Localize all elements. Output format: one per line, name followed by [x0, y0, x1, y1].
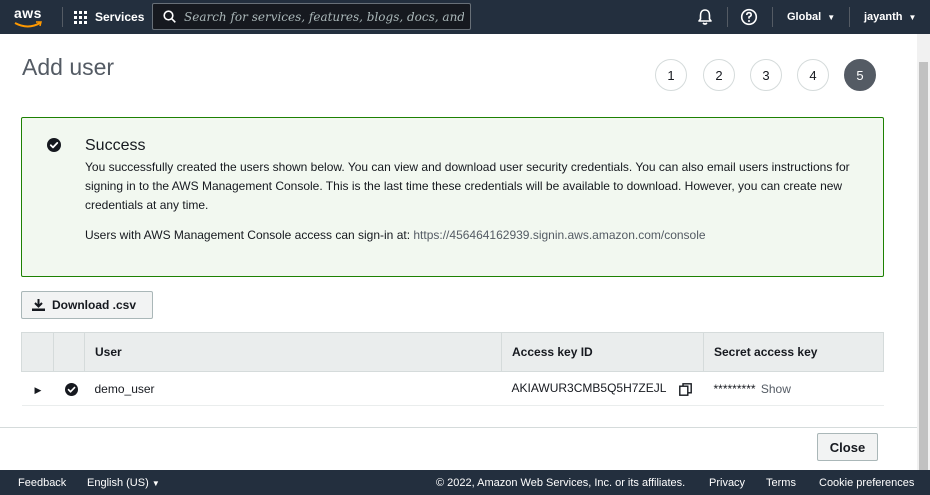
download-icon: [32, 299, 45, 311]
aws-logo[interactable]: aws: [12, 3, 48, 31]
success-title: Success: [85, 137, 146, 154]
success-message: You successfully created the users shown…: [85, 160, 850, 212]
signin-info: Users with AWS Management Console access…: [85, 228, 706, 242]
download-csv-button[interactable]: Download .csv: [21, 291, 153, 319]
search-input[interactable]: [184, 9, 464, 24]
feedback-link[interactable]: Feedback: [18, 477, 66, 489]
users-table: User Access key ID Secret access key ▶ d…: [21, 332, 884, 406]
signin-prefix: Users with AWS Management Console access…: [85, 228, 414, 242]
table-row: ▶ demo_user AKIAWUR3CMB5Q5H7ZEJL *******…: [21, 371, 884, 406]
services-label: Services: [95, 10, 145, 24]
access-key-id: AKIAWUR3CMB5Q5H7ZEJL: [511, 381, 666, 396]
close-button[interactable]: Close: [817, 433, 878, 461]
expand-row-icon[interactable]: ▶: [35, 385, 42, 395]
secret-key-masked: *********: [713, 381, 756, 396]
expand-column-header: [21, 332, 54, 372]
download-label: Download .csv: [52, 298, 137, 312]
account-username: jayanth: [864, 11, 903, 23]
terms-link[interactable]: Terms: [766, 477, 796, 489]
language-label: English (US): [87, 477, 149, 489]
show-secret-link[interactable]: Show: [761, 382, 791, 396]
caret-down-icon: ▼: [908, 12, 917, 22]
user-column-header[interactable]: User: [84, 332, 502, 372]
page-title: Add user: [22, 54, 115, 80]
secret-key-cell: ********* Show: [703, 371, 884, 406]
scrollbar-thumb[interactable]: [919, 62, 928, 470]
nav-divider: [62, 7, 63, 27]
nav-divider: [849, 7, 850, 27]
expand-cell: ▶: [21, 371, 54, 406]
access-key-cell: AKIAWUR3CMB5Q5H7ZEJL: [501, 371, 704, 406]
top-navigation: aws Services Global ▼ jayanth ▼: [0, 0, 930, 34]
copyright-text: © 2022, Amazon Web Services, Inc. or its…: [436, 477, 686, 489]
step-1[interactable]: 1: [655, 59, 687, 91]
access-key-column-header[interactable]: Access key ID: [501, 332, 704, 372]
secret-key-column-header[interactable]: Secret access key: [703, 332, 884, 372]
page-scrollbar[interactable]: [917, 34, 930, 470]
aws-logo-text: aws: [14, 5, 42, 21]
grid-icon: [74, 10, 87, 24]
search-icon: [163, 10, 176, 23]
check-circle-icon: [47, 138, 61, 152]
language-selector[interactable]: English (US) ▼: [87, 477, 160, 489]
check-circle-icon: [64, 382, 78, 396]
region-label: Global: [787, 11, 822, 23]
help-icon[interactable]: [740, 8, 758, 26]
footer-divider: [0, 427, 918, 428]
status-column-header: [53, 332, 85, 372]
step-4[interactable]: 4: [797, 59, 829, 91]
caret-down-icon: ▼: [827, 12, 836, 22]
signin-url-link[interactable]: https://456464162939.signin.aws.amazon.c…: [413, 228, 705, 242]
copy-icon[interactable]: [679, 382, 693, 396]
status-cell: [53, 371, 85, 406]
services-menu-button[interactable]: Services: [74, 0, 144, 34]
table-header-row: User Access key ID Secret access key: [21, 332, 884, 372]
notifications-bell-icon[interactable]: [696, 8, 714, 26]
nav-divider: [727, 7, 728, 27]
step-2[interactable]: 2: [703, 59, 735, 91]
success-alert: Success You successfully created the use…: [21, 117, 884, 277]
cookie-preferences-link[interactable]: Cookie preferences: [819, 477, 914, 489]
nav-divider: [772, 7, 773, 27]
aws-smile-icon: [14, 21, 42, 28]
search-bar[interactable]: [152, 3, 471, 30]
account-menu[interactable]: jayanth ▼: [864, 0, 916, 34]
step-5-current: 5: [844, 59, 876, 91]
console-footer: Feedback English (US) ▼ © 2022, Amazon W…: [0, 470, 930, 495]
region-selector[interactable]: Global ▼: [787, 0, 835, 34]
caret-down-icon: ▼: [151, 479, 160, 488]
privacy-link[interactable]: Privacy: [709, 477, 745, 489]
user-cell: demo_user: [84, 371, 502, 406]
step-3[interactable]: 3: [750, 59, 782, 91]
